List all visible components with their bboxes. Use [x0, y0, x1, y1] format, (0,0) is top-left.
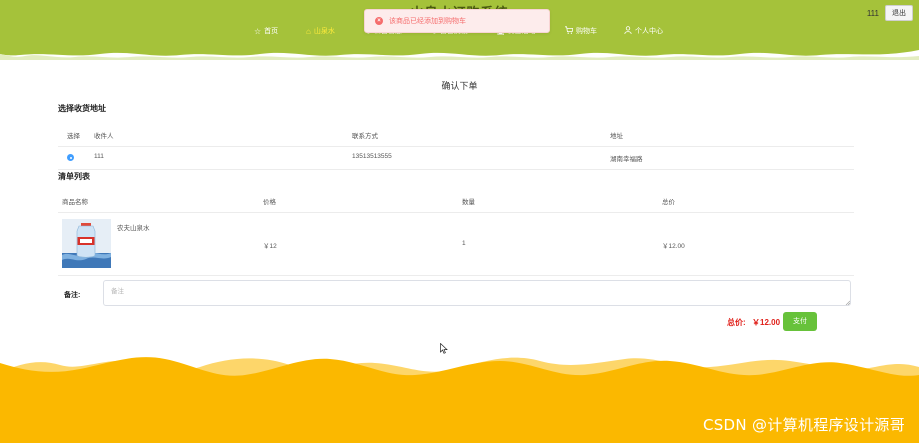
- address-radio[interactable]: [67, 154, 74, 161]
- column-header: 选择: [67, 133, 80, 140]
- username: 111: [866, 8, 879, 18]
- column-header: 商品名称: [62, 199, 88, 206]
- column-header: 数量: [462, 199, 475, 206]
- toast-message: 该商品已经添加到购物车: [389, 18, 466, 25]
- column-header: 收件人: [94, 133, 114, 140]
- bag-icon: ⌂: [306, 26, 311, 36]
- nav-item-home[interactable]: ☆ 首页: [254, 26, 278, 36]
- user-icon: [624, 26, 632, 36]
- table-row: 农夫山泉水 ￥12 1 ￥12.00: [58, 213, 854, 276]
- star-icon: ☆: [254, 26, 262, 36]
- phone-cell: 13513513555: [352, 153, 392, 160]
- order-section-title: 清单列表: [58, 172, 90, 181]
- total-cell: ￥12.00: [662, 243, 685, 250]
- remark-label: 备注:: [64, 292, 81, 299]
- page-title: 确认下单: [441, 81, 478, 91]
- watermark-text: CSDN @计算机程序设计源哥: [702, 416, 905, 434]
- cart-icon: [565, 26, 574, 36]
- nav-item-label: 首页: [264, 28, 279, 35]
- nav-item-profile[interactable]: 个人中心: [624, 26, 663, 36]
- address-table: 选择 收件人 联系方式 地址 111 13513513555 湖南幸福路: [58, 124, 854, 170]
- error-circle-icon: ×: [375, 17, 383, 25]
- column-header: 价格: [263, 199, 276, 206]
- recipient-cell: 111: [94, 153, 104, 160]
- footer-wave: CSDN @计算机程序设计源哥: [0, 353, 919, 443]
- logout-button[interactable]: 退出: [885, 5, 913, 21]
- total-label: 总价:: [727, 318, 746, 327]
- order-table: 商品名称 价格 数量 总价 农夫山泉水 ￥12 1 ￥12.00: [58, 190, 854, 276]
- table-header-row: 选择 收件人 联系方式 地址: [58, 124, 854, 147]
- nav-item-label: 个人中心: [635, 28, 663, 35]
- nav-item-spring-water[interactable]: ⌂ 山泉水: [306, 26, 335, 36]
- nav-item-cart[interactable]: 购物车: [565, 26, 597, 36]
- remark-textarea[interactable]: [103, 280, 851, 306]
- column-header: 联系方式: [352, 133, 378, 140]
- pay-button[interactable]: 支付: [783, 312, 817, 331]
- nav-item-label: 购物车: [576, 28, 597, 35]
- column-header: 地址: [610, 133, 623, 140]
- table-row[interactable]: 111 13513513555 湖南幸福路: [58, 147, 854, 170]
- address-cell: 湖南幸福路: [610, 156, 643, 163]
- toast-notification: × 该商品已经添加到购物车: [364, 9, 550, 33]
- user-area: 111 退出: [867, 5, 913, 21]
- table-header-row: 商品名称 价格 数量 总价: [58, 190, 854, 213]
- quantity-cell: 1: [462, 240, 466, 247]
- product-image: [62, 219, 111, 268]
- total-value: ￥12.00: [752, 318, 781, 327]
- resize-grip-icon[interactable]: [845, 300, 850, 305]
- product-name: 农夫山泉水: [117, 225, 150, 232]
- column-header: 总价: [662, 199, 675, 206]
- address-section-title: 选择收货地址: [58, 104, 106, 113]
- nav-item-label: 山泉水: [313, 28, 335, 35]
- price-cell: ￥12: [263, 243, 277, 250]
